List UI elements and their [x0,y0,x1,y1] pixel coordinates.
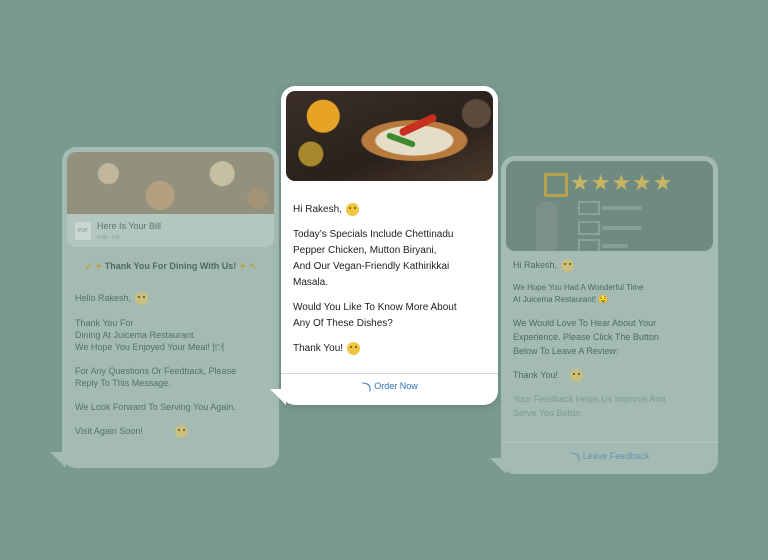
confetti-icon: ➶ ✦ [84,261,105,271]
order-now-button[interactable]: Order Now [281,381,498,392]
message-paragraph: Thank You For Dining At Juicema Restaura… [75,318,224,353]
bubble-tail [50,452,66,468]
message-paragraph: For Any Questions Or Feedback, Please Re… [75,366,237,389]
message-paragraph: We Hope You Had A Wonderful Time At Juic… [513,283,644,305]
message-bubble-specials: Hi Rakesh, Today’s Specials Include Chet… [281,86,498,405]
dish-image [286,91,493,181]
greeting-text: Hi Rakesh, [513,260,558,270]
greeting-text: Hi Rakesh, [293,204,342,215]
checkbox-icon [544,173,568,197]
message-bubble-bill: PDF Here Is Your Bill KNB - Pdf ➶ ✦ Than… [62,147,279,468]
message-paragraph: We Look Forward To Serving You Again. [75,402,236,413]
review-image: ★★★★★ [506,161,713,251]
bubble-tail [490,458,506,474]
divider [281,373,498,374]
hand-icon [536,201,558,251]
message-bubble-feedback: ★★★★★ Hi Rakesh, We Hope You Had A Wonde… [501,156,718,474]
reply-icon [569,451,581,462]
thanks-text: Thank You For Dining With Us! [104,261,237,271]
closing-text: Thank You! [513,370,559,381]
thanks-heading: ➶ ✦ Thank You For Dining With Us! ✦ ➷ [62,261,279,272]
smile-emoji-icon [570,369,584,383]
rating-stars-icon: ★★★★★ [570,170,674,195]
closing-text: Thank You! [293,343,344,354]
bill-meta: KNB - Pdf [97,235,120,241]
bubble-tail [270,389,286,405]
leave-feedback-label: Leave Feedback [582,451,650,461]
leave-feedback-button[interactable]: Leave Feedback [501,451,718,462]
closing-text: Visit Again Soon! [75,426,143,437]
divider [501,442,718,443]
bill-title: Here Is Your Bill [97,221,162,231]
smile-emoji-icon [174,425,188,439]
smile-emoji-icon [135,292,149,306]
message-paragraph: Would You Like To Know More About Any Of… [293,302,457,329]
message-paragraph: We Would Love To Hear About Your Experie… [513,318,659,357]
reply-icon [360,381,372,392]
bill-attachment[interactable]: PDF Here Is Your Bill KNB - Pdf [67,214,274,247]
order-now-label: Order Now [374,381,418,391]
smile-emoji-icon [345,202,359,216]
smile-emoji-icon [561,259,575,273]
confetti-icon: ✦ ➷ [236,261,257,271]
feedback-note: Your Feedback Helps Us Improve And Serve… [513,394,666,419]
pdf-file-icon: PDF [75,222,91,240]
food-spread-image [67,152,274,214]
smile-emoji-icon [347,341,361,355]
greeting-text: Hello Rakesh, [75,293,132,303]
message-paragraph: Today’s Specials Include Chettinadu Pepp… [293,229,454,288]
